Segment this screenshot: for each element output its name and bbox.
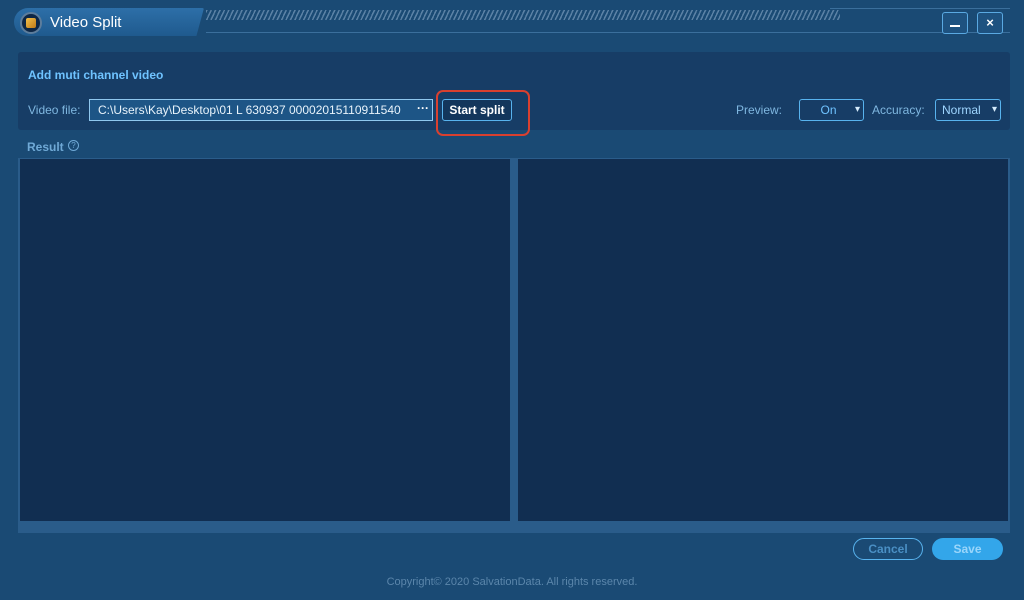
section-heading: Add muti channel video <box>28 68 164 82</box>
save-button[interactable]: Save <box>932 538 1003 560</box>
video-file-label: Video file: <box>28 103 81 117</box>
input-panel: Add muti channel video Video file: C:\Us… <box>18 52 1010 136</box>
preview-value: On <box>820 103 837 117</box>
cancel-button[interactable]: Cancel <box>853 538 923 560</box>
decorative-divider-top <box>830 8 1010 9</box>
chevron-down-icon: ▾ <box>854 104 860 115</box>
chevron-down-icon: ▾ <box>991 104 997 115</box>
result-pane-left <box>20 159 510 521</box>
video-file-input[interactable]: C:\Users\Kay\Desktop\01 L 630937 0000201… <box>89 99 433 121</box>
result-label: Result <box>27 140 64 154</box>
window-title: Video Split <box>50 14 122 31</box>
browse-button[interactable]: ··· <box>413 100 433 120</box>
copyright-text: Copyright© 2020 SalvationData. All right… <box>386 576 638 588</box>
minimize-button[interactable] <box>942 12 968 34</box>
decorative-divider <box>206 32 1010 33</box>
app-logo-icon <box>20 12 42 34</box>
title-bar: Video Split × <box>0 0 1024 48</box>
close-icon: × <box>986 15 994 30</box>
highlight-box <box>436 90 530 136</box>
accuracy-select[interactable]: Normal ▾ <box>935 99 1001 121</box>
accuracy-label: Accuracy: <box>872 103 925 117</box>
preview-select[interactable]: On ▾ <box>799 99 864 121</box>
result-pane-right <box>518 159 1008 521</box>
minimize-icon <box>950 25 960 27</box>
preview-label: Preview: <box>736 103 783 117</box>
accuracy-value: Normal <box>942 103 981 117</box>
help-icon[interactable]: ? <box>68 140 79 151</box>
close-button[interactable]: × <box>977 12 1003 34</box>
decorative-stripes <box>206 10 840 20</box>
